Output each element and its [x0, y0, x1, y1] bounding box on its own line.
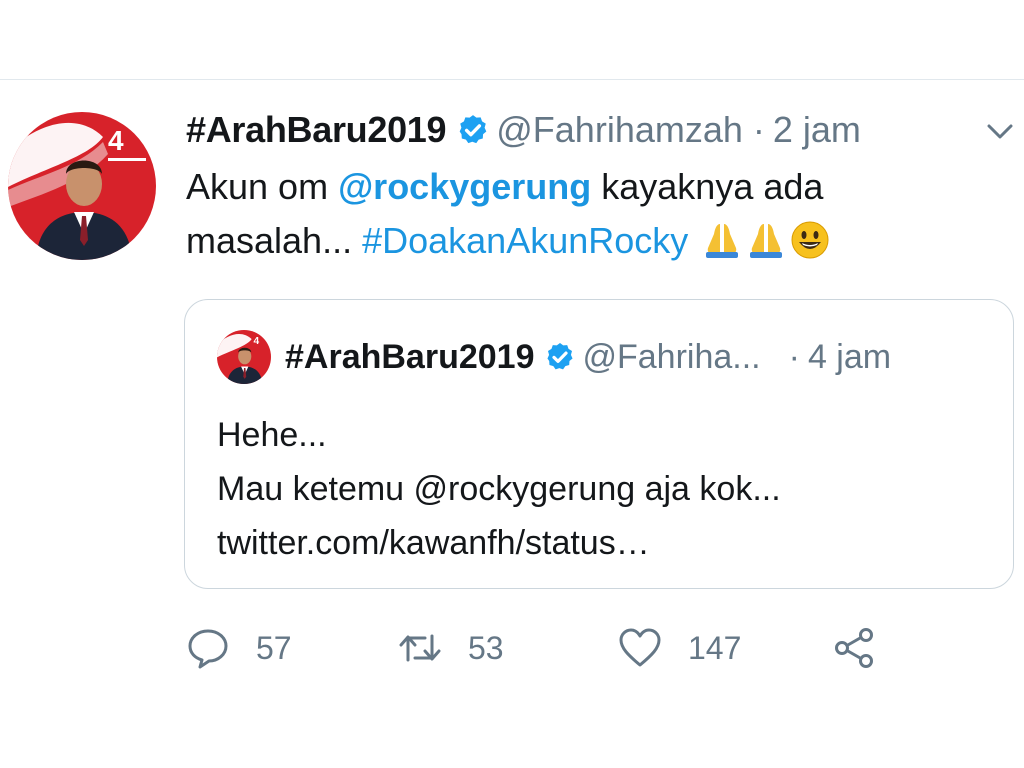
verified-badge-icon — [456, 113, 490, 147]
mention-link[interactable]: @rockygerung — [338, 166, 591, 207]
reply-count: 57 — [256, 629, 292, 666]
reply-button[interactable]: 57 — [186, 618, 292, 678]
quoted-tweet-timestamp: 4 jam — [807, 337, 892, 376]
quoted-avatar-badge-number: 4 — [253, 336, 259, 347]
quoted-tweet-header: #ArahBaru2019 @Fahriha... · 4 jam — [285, 332, 985, 382]
retweet-button[interactable]: 53 — [398, 618, 504, 678]
tweet-text-part: Akun om — [186, 166, 339, 207]
like-count: 147 — [688, 629, 742, 666]
header-separator: · — [752, 109, 765, 150]
quoted-author-avatar: 4 — [217, 330, 271, 384]
retweet-count: 53 — [468, 629, 504, 666]
avatar-badge-number: 4 — [108, 125, 124, 156]
quoted-tweet-text: Hehe... Mau ketemu @rockygerung aja kok.… — [217, 408, 997, 570]
author-name[interactable]: #ArahBaru2019 — [186, 109, 447, 151]
share-button[interactable] — [832, 618, 876, 678]
author-avatar[interactable]: 4 — [8, 112, 156, 260]
quoted-text-link: twitter.com/kawanfh/status… — [217, 524, 650, 562]
chevron-down-icon[interactable] — [985, 122, 1015, 142]
verified-badge-icon — [544, 341, 576, 373]
retweet-icon — [399, 634, 441, 662]
quoted-text-line: Hehe... — [217, 416, 327, 454]
tweet-text: Akun om @rockygerung kayaknya ada masala… — [186, 160, 966, 268]
smiling-face-emoji-icon — [790, 220, 830, 260]
quoted-author-handle: @Fahriha... — [582, 337, 761, 376]
tweet[interactable]: 4 #ArahBaru2019 @Fahrihamzah · 2 jam Aku… — [0, 80, 1024, 768]
quoted-text-line: Mau ketemu @rockygerung aja kok... — [217, 470, 781, 508]
share-icon — [835, 628, 873, 668]
reply-icon — [188, 629, 228, 669]
tweet-actions: 57 53 147 — [186, 618, 906, 678]
like-button[interactable]: 147 — [618, 618, 741, 678]
heart-icon — [619, 628, 661, 667]
quoted-header-separator: · — [788, 337, 800, 376]
tweet-timestamp[interactable]: 2 jam — [773, 109, 861, 151]
folded-hands-emoji-icon — [702, 220, 742, 260]
folded-hands-emoji-icon — [746, 220, 786, 260]
quoted-tweet[interactable]: 4 #ArahBaru2019 @Fahriha... · 4 jam Hehe… — [184, 299, 1014, 589]
quoted-author-name: #ArahBaru2019 — [285, 337, 535, 376]
hashtag-link[interactable]: #DoakanAkunRocky — [362, 220, 688, 261]
author-handle[interactable]: @Fahrihamzah — [496, 109, 743, 151]
tweet-header: #ArahBaru2019 @Fahrihamzah · 2 jam — [186, 106, 861, 154]
